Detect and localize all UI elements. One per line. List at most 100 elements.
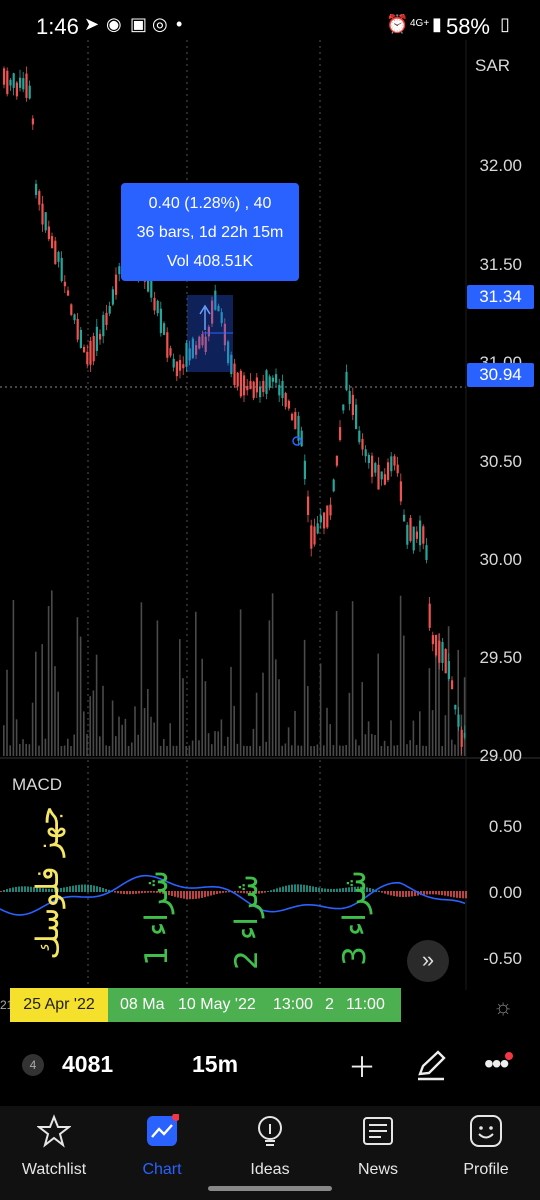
macd-histogram-bar <box>291 884 293 892</box>
volume-bar <box>70 746 72 756</box>
price-label: 31.50 <box>479 255 522 274</box>
candle-body <box>12 73 15 88</box>
volume-bar <box>387 745 389 756</box>
volume-bar <box>451 739 453 756</box>
macd-histogram-bar <box>441 891 443 896</box>
watchlist-count-badge[interactable]: 4 <box>22 1054 44 1076</box>
candle-body <box>371 455 374 477</box>
candle-body <box>54 240 57 264</box>
candle-body <box>22 78 25 90</box>
macd-histogram-bar <box>393 891 395 897</box>
candle-body <box>457 714 460 727</box>
nav-ideas[interactable]: Ideas <box>216 1114 324 1179</box>
macd-title[interactable]: MACD <box>12 775 62 795</box>
nav-chart[interactable]: Chart <box>108 1113 216 1179</box>
macd-histogram-bar <box>78 884 80 892</box>
candle-body <box>415 531 418 539</box>
rocket-icon: ◉ <box>106 14 122 34</box>
candle-body <box>431 635 434 645</box>
macd-histogram-bar <box>438 891 440 895</box>
volume-bar <box>454 744 456 756</box>
candle-body <box>31 118 34 125</box>
volume-bar <box>172 745 175 756</box>
nav-news[interactable]: News <box>324 1114 432 1179</box>
pen-icon[interactable] <box>414 1048 448 1082</box>
measure-tooltip: 0.40 (1.28%) , 40 36 bars, 1d 22h 15m Vo… <box>121 183 299 281</box>
candle-body <box>342 404 345 411</box>
candle-body <box>153 297 156 311</box>
candle-body <box>89 340 92 365</box>
volume-bar <box>159 745 162 756</box>
macd-histogram-bar <box>132 891 134 895</box>
candle-body <box>111 289 114 305</box>
candle-body <box>179 359 182 371</box>
notification-dot <box>505 1052 513 1060</box>
candle-body <box>255 377 258 393</box>
macd-axis-label: 0.50 <box>488 817 522 836</box>
candle-body <box>316 523 319 534</box>
candle-body <box>83 346 86 353</box>
volume-bar <box>284 743 287 756</box>
macd-histogram-bar <box>282 886 284 892</box>
macd-histogram-bar <box>453 891 455 898</box>
volume-bar <box>390 720 392 756</box>
volume-bar <box>102 685 104 756</box>
volume-bar <box>166 745 168 756</box>
nav-label: Profile <box>463 1161 509 1178</box>
time-label-start: 25 Apr '22 <box>10 988 108 1022</box>
candle-body <box>351 394 354 416</box>
volume-bar <box>169 723 171 756</box>
volume-bar <box>47 606 50 756</box>
candle-body <box>92 336 95 362</box>
candle-body <box>441 642 444 663</box>
candle-body <box>393 456 396 466</box>
macd-histogram-bar <box>312 886 314 892</box>
volume-bar <box>297 745 299 756</box>
candle-body <box>284 393 287 407</box>
candle-body <box>438 640 441 663</box>
macd-histogram-bar <box>402 891 404 898</box>
candle-body <box>361 438 364 450</box>
candle-body <box>422 526 425 544</box>
settings-gear-icon[interactable]: ☼ <box>493 994 513 1020</box>
macd-histogram-bar <box>105 888 107 892</box>
nav-profile[interactable]: Profile <box>432 1114 540 1179</box>
volume-bar <box>348 692 351 756</box>
macd-histogram-bar <box>21 886 23 892</box>
macd-histogram-bar <box>189 891 191 900</box>
candle-body <box>57 252 60 262</box>
telegram-icon: ➤ <box>84 14 100 34</box>
interval-button[interactable]: 15m <box>192 1051 238 1078</box>
volume-bar <box>217 731 219 756</box>
macd-histogram-bar <box>432 891 434 895</box>
volume-bar <box>406 744 408 756</box>
candle-body <box>278 384 281 396</box>
symbol-button[interactable]: 4081 <box>62 1051 113 1078</box>
plus-icon[interactable]: ＋ <box>348 1046 376 1086</box>
volume-bar <box>457 649 459 756</box>
candle-body <box>265 370 268 394</box>
macd-histogram-bar <box>93 885 95 892</box>
candle-body <box>67 290 70 296</box>
currency-label: SAR <box>475 56 510 75</box>
time-axis[interactable]: 21 25 Apr '22 08 Ma 10 May '22 13:00 2 1… <box>0 988 466 1022</box>
more-dots-icon[interactable]: ••• <box>484 1048 509 1080</box>
macd-histogram-bar <box>297 884 299 892</box>
candle-body <box>268 376 271 388</box>
macd-histogram-bar <box>204 891 206 898</box>
volume-bar <box>380 745 383 756</box>
candle-body <box>271 377 274 382</box>
volume-bar <box>345 744 347 756</box>
scroll-to-latest-button[interactable]: » <box>407 940 449 982</box>
volume-bar <box>121 724 123 756</box>
volume-bar <box>268 620 271 756</box>
candle-body <box>159 308 162 334</box>
volume-bar <box>211 744 213 756</box>
price-label: 30.50 <box>479 452 522 471</box>
volume-bar <box>41 644 43 756</box>
nav-watchlist[interactable]: Watchlist <box>0 1114 108 1179</box>
candle-body <box>172 358 175 368</box>
candle-body <box>294 412 297 430</box>
signal-icon: ▮ <box>432 14 442 34</box>
macd-histogram-bar <box>72 885 74 892</box>
